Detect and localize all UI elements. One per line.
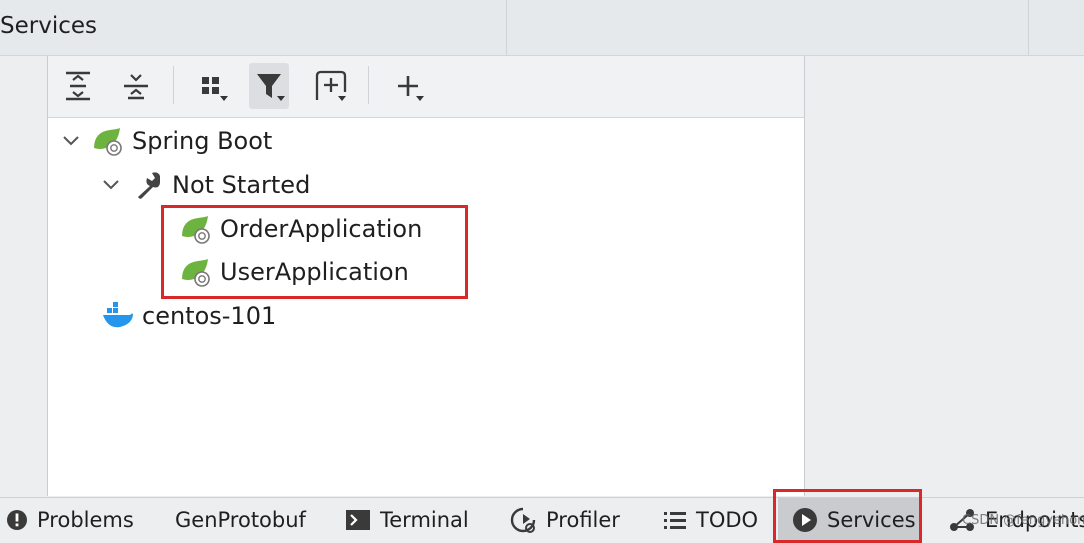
tree-label: Spring Boot [132,127,273,155]
chevron-down-icon [416,96,424,101]
spring-boot-icon [92,125,124,157]
add-service-button[interactable] [388,63,428,109]
todo-icon [663,510,687,530]
header-divider [1028,0,1029,55]
terminal-icon [345,509,371,531]
highlight-box [773,489,922,543]
expand-all-button[interactable] [58,63,98,109]
tab-terminal[interactable]: Terminal [345,498,469,541]
page-title: Services [0,13,97,39]
tree-node-docker[interactable]: centos-101 [102,298,276,334]
docker-icon [102,300,134,332]
wrench-icon [132,169,164,201]
toolbar-separator [173,66,174,104]
chevron-down-icon[interactable] [98,179,124,191]
expand-all-icon [66,71,90,101]
tab-label: Problems [37,507,134,532]
tree-node-spring-boot[interactable]: Spring Boot [58,123,272,159]
problems-icon [6,509,28,531]
watermark: CSDN @fengyehongWorld [962,513,1084,528]
tab-problems[interactable]: Problems [6,498,134,541]
group-by-button[interactable] [192,63,232,109]
chevron-down-icon[interactable] [58,135,84,147]
services-header: Services [0,0,1084,56]
tool-window-bar: Problems GenProtobuf Terminal Profiler T… [0,489,1084,543]
services-panel: Spring Boot Not Started OrderApplication [48,56,805,496]
tab-label: TODO [696,507,759,532]
details-area [805,56,1084,496]
chevron-down-icon [220,96,228,101]
chevron-down-icon [277,96,285,101]
group-by-icon [202,77,219,94]
tree-label: Not Started [172,171,311,199]
add-service-icon [398,76,418,96]
collapse-all-icon [124,74,148,100]
toolbar-separator [368,66,369,104]
open-in-new-tab-button[interactable] [310,63,350,109]
left-gutter [0,56,48,496]
collapse-all-button[interactable] [116,63,156,109]
tree-node-not-started[interactable]: Not Started [98,167,310,203]
tree-label: centos-101 [142,302,277,330]
tab-label: GenProtobuf [175,507,306,532]
tab-label: Terminal [380,507,469,532]
tab-genprotobuf[interactable]: GenProtobuf [175,498,306,541]
profiler-icon [509,506,537,534]
filter-button[interactable] [249,63,289,109]
services-toolbar [48,56,804,118]
header-divider [506,0,507,55]
tab-profiler[interactable]: Profiler [509,498,620,541]
tab-label: Profiler [546,507,620,532]
chevron-down-icon [338,96,346,101]
tab-todo[interactable]: TODO [663,498,758,541]
highlight-box [161,205,468,299]
